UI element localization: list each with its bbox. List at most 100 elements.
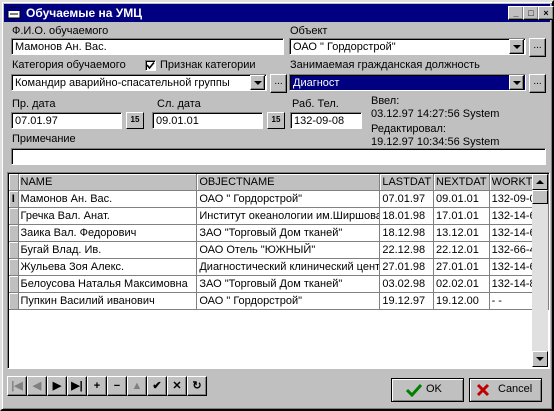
scroll-thumb[interactable] [532,190,548,204]
cell-name[interactable]: Пупкин Василий иванович [18,292,198,310]
table-row[interactable]: I Мамонов Ан. Вас. ОАО " Гордорстрой" 07.01… [9,190,549,208]
edited-label: Редактировал: [371,123,446,135]
cell-lastdat[interactable]: 19.12.97 [379,292,435,310]
fio-input[interactable]: Мамонов Ан. Вас. [11,38,284,55]
cell-objectname[interactable]: Диагностический клинический центр N [196,258,381,276]
note-label: Примечание [12,133,76,145]
nav-refresh-button[interactable]: ↻ [187,376,207,396]
table-row[interactable]: Белоусова Наталья Максимовна ЗАО "Торговы… [9,275,549,293]
close-button[interactable]: × [538,6,554,20]
cell-nextdat[interactable]: 22.12.01 [433,241,490,259]
cell-nextdat[interactable]: 02.02.01 [433,275,490,293]
cell-name[interactable]: Бугай Влад. Ив. [18,241,198,259]
scroll-up-button[interactable] [532,174,548,190]
row-indicator[interactable] [9,241,19,259]
nav-first-button[interactable]: |◀ [7,376,27,396]
nav-post-button[interactable]: ✔ [147,376,167,396]
nav-last-button[interactable]: ▶| [67,376,87,396]
prdate-input[interactable]: 07.01.97 [11,112,122,129]
row-indicator[interactable] [9,275,19,293]
row-indicator[interactable] [9,207,19,225]
object-select[interactable]: ОАО " Гордорстрой" [289,38,526,55]
category-flag-label: Признак категории [160,59,256,71]
row-indicator[interactable] [9,258,19,276]
cell-objectname[interactable]: ОАО Отель "ЮЖНЫЙ" [196,241,381,259]
cancel-button[interactable]: Cancel [469,378,542,402]
table-row[interactable]: Заика Вал. Федорович ЗАО "Торговый Дом тк… [9,224,549,242]
cell-lastdat[interactable]: 18.01.98 [379,207,435,225]
column-header-lastdat[interactable]: LASTDAT [379,174,435,191]
cell-name[interactable]: Гречка Вал. Анат. [18,207,198,225]
data-grid[interactable]: NAME OBJECTNAME LASTDAT NEXTDAT WORKTEL … [7,172,550,369]
ok-label: OK [426,383,442,395]
column-header-name[interactable]: NAME [18,174,198,191]
dialog-window: Обучаемые на УМЦ _ □ × Ф.И.О. обучаемого… [0,0,554,411]
scroll-down-button[interactable] [532,351,548,367]
ok-check-icon [406,383,422,397]
table-row[interactable]: Бугай Влад. Ив. ОАО Отель "ЮЖНЫЙ" 22.12.98… [9,241,549,259]
minimize-button[interactable]: _ [508,6,524,20]
table-row[interactable]: Гречка Вал. Анат. Институт океанологии им… [9,207,549,225]
table-row[interactable]: Жульева Зоя Алекс. Диагностический клинич… [9,258,549,276]
sldate-calendar-button[interactable]: 15 [267,112,285,129]
cell-objectname[interactable]: ОАО " Гордорстрой" [196,190,381,208]
phone-label: Раб. Тел. [292,98,339,110]
position-label: Занимаемая гражданская должность [290,59,480,71]
cell-lastdat[interactable]: 18.12.98 [379,224,435,242]
cell-nextdat[interactable]: 17.01.01 [433,207,490,225]
object-lookup-button[interactable]: ... [529,38,546,57]
cell-nextdat[interactable]: 13.12.01 [433,224,490,242]
nav-prior-button[interactable]: ◀ [27,376,47,396]
prdate-calendar-button[interactable]: 15 [126,112,144,129]
form-icon [7,7,21,19]
cell-name[interactable]: Мамонов Ан. Вас. [18,190,198,208]
cell-lastdat[interactable]: 27.01.98 [379,258,435,276]
cell-lastdat[interactable]: 03.02.98 [379,275,435,293]
note-input[interactable] [11,148,546,165]
prdate-label: Пр. дата [12,98,56,110]
position-select[interactable]: Диагност [289,74,526,91]
scroll-up-icon [536,180,544,184]
category-dropdown-button[interactable] [250,75,265,90]
object-dropdown-button[interactable] [509,39,524,54]
row-indicator[interactable]: I [9,190,19,208]
nav-insert-button[interactable]: + [87,376,107,396]
cell-nextdat[interactable]: 09.01.01 [433,190,490,208]
category-select[interactable]: Командир аварийно-спасательной группы [11,74,267,91]
cell-objectname[interactable]: ЗАО "Торговый Дом тканей" [196,224,381,242]
cell-objectname[interactable]: Институт океанологии им.Ширшова [196,207,381,225]
row-indicator[interactable] [9,224,19,242]
category-flag-checkbox[interactable] [145,60,156,71]
position-lookup-button[interactable]: ... [529,74,546,93]
cell-name[interactable]: Заика Вал. Федорович [18,224,198,242]
grid-vertical-scrollbar[interactable] [532,174,548,367]
column-header-objectname[interactable]: OBJECTNAME [196,174,381,191]
category-lookup-button[interactable]: ... [270,74,287,93]
cell-nextdat[interactable]: 27.01.01 [433,258,490,276]
sldate-label: Сл. дата [157,98,201,110]
nav-cancel-button[interactable]: ✕ [167,376,187,396]
cell-objectname[interactable]: ЗАО "Торговый Дом тканей" [196,275,381,293]
table-row[interactable]: Пупкин Василий иванович ОАО " Гордорстрой… [9,292,549,310]
cell-name[interactable]: Жульева Зоя Алекс. [18,258,198,276]
position-dropdown-button[interactable] [509,75,524,90]
grid-header-row: NAME OBJECTNAME LASTDAT NEXTDAT WORKTEL [9,174,549,191]
cell-nextdat[interactable]: 19.12.00 [433,292,490,310]
maximize-button[interactable]: □ [523,6,539,20]
nav-edit-button[interactable]: ▲ [127,376,147,396]
title-bar[interactable]: Обучаемые на УМЦ _ □ × [4,4,554,22]
cell-objectname[interactable]: ОАО " Гордорстрой" [196,292,381,310]
edited-value: 19.12.97 10:34:56 System [371,136,500,148]
cell-lastdat[interactable]: 22.12.98 [379,241,435,259]
cancel-label: Cancel [498,383,533,395]
nav-next-button[interactable]: ▶ [47,376,67,396]
cell-lastdat[interactable]: 07.01.97 [379,190,435,208]
ok-button[interactable]: OK [391,378,464,402]
column-header-nextdat[interactable]: NEXTDAT [433,174,490,191]
row-indicator[interactable] [9,292,19,310]
nav-delete-button[interactable]: − [107,376,127,396]
phone-input[interactable]: 132-09-08 [290,112,362,129]
cell-name[interactable]: Белоусова Наталья Максимовна [18,275,198,293]
sldate-input[interactable]: 09.01.01 [152,112,263,129]
cancel-x-icon [476,383,490,397]
